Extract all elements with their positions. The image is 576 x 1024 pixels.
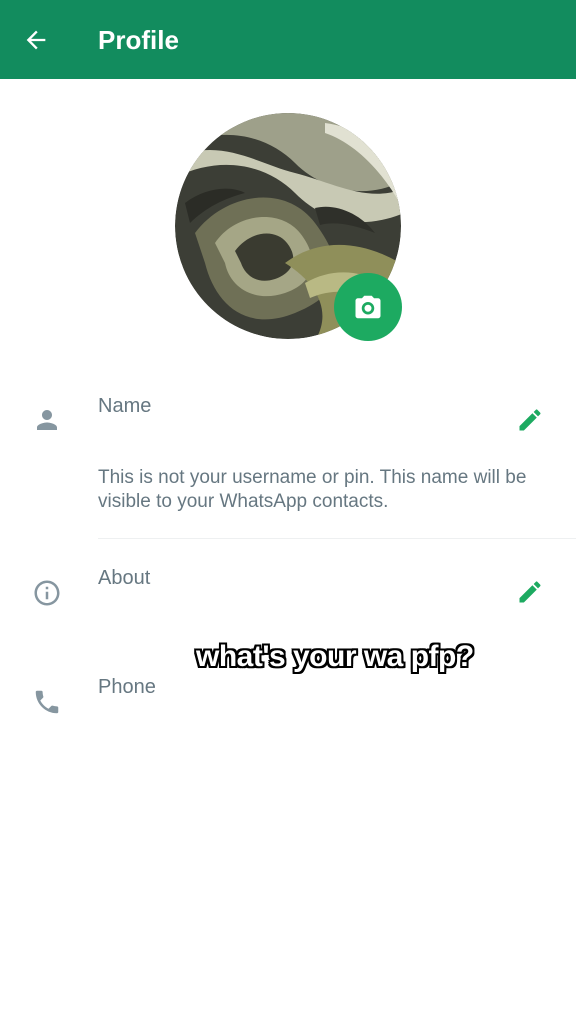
edit-about-button[interactable]: [510, 572, 550, 612]
info-icon: [34, 580, 60, 606]
back-button[interactable]: [14, 20, 58, 60]
profile-screen: Profile Name This is not your username o…: [0, 0, 576, 1024]
page-title: Profile: [98, 25, 179, 55]
edit-name-button[interactable]: [510, 400, 550, 440]
phone-label: Phone: [98, 676, 156, 698]
change-photo-button[interactable]: [334, 273, 402, 341]
camera-icon: [355, 295, 381, 319]
person-icon: [37, 410, 57, 430]
name-row-icon-wrap: [27, 400, 67, 440]
phone-row-icon-wrap: [27, 682, 67, 722]
divider: [98, 538, 576, 539]
pencil-icon: [519, 409, 541, 431]
app-bar: Profile: [0, 0, 576, 79]
phone-icon: [35, 690, 59, 714]
name-label: Name: [98, 395, 152, 417]
arrow-left-icon: [26, 30, 46, 50]
overlay-caption: what's your wa pfp?: [196, 640, 474, 673]
about-label: About: [98, 567, 151, 589]
about-row-icon-wrap: [27, 573, 67, 613]
pencil-icon: [519, 581, 541, 603]
name-hint: This is not your username or pin. This n…: [98, 467, 527, 512]
